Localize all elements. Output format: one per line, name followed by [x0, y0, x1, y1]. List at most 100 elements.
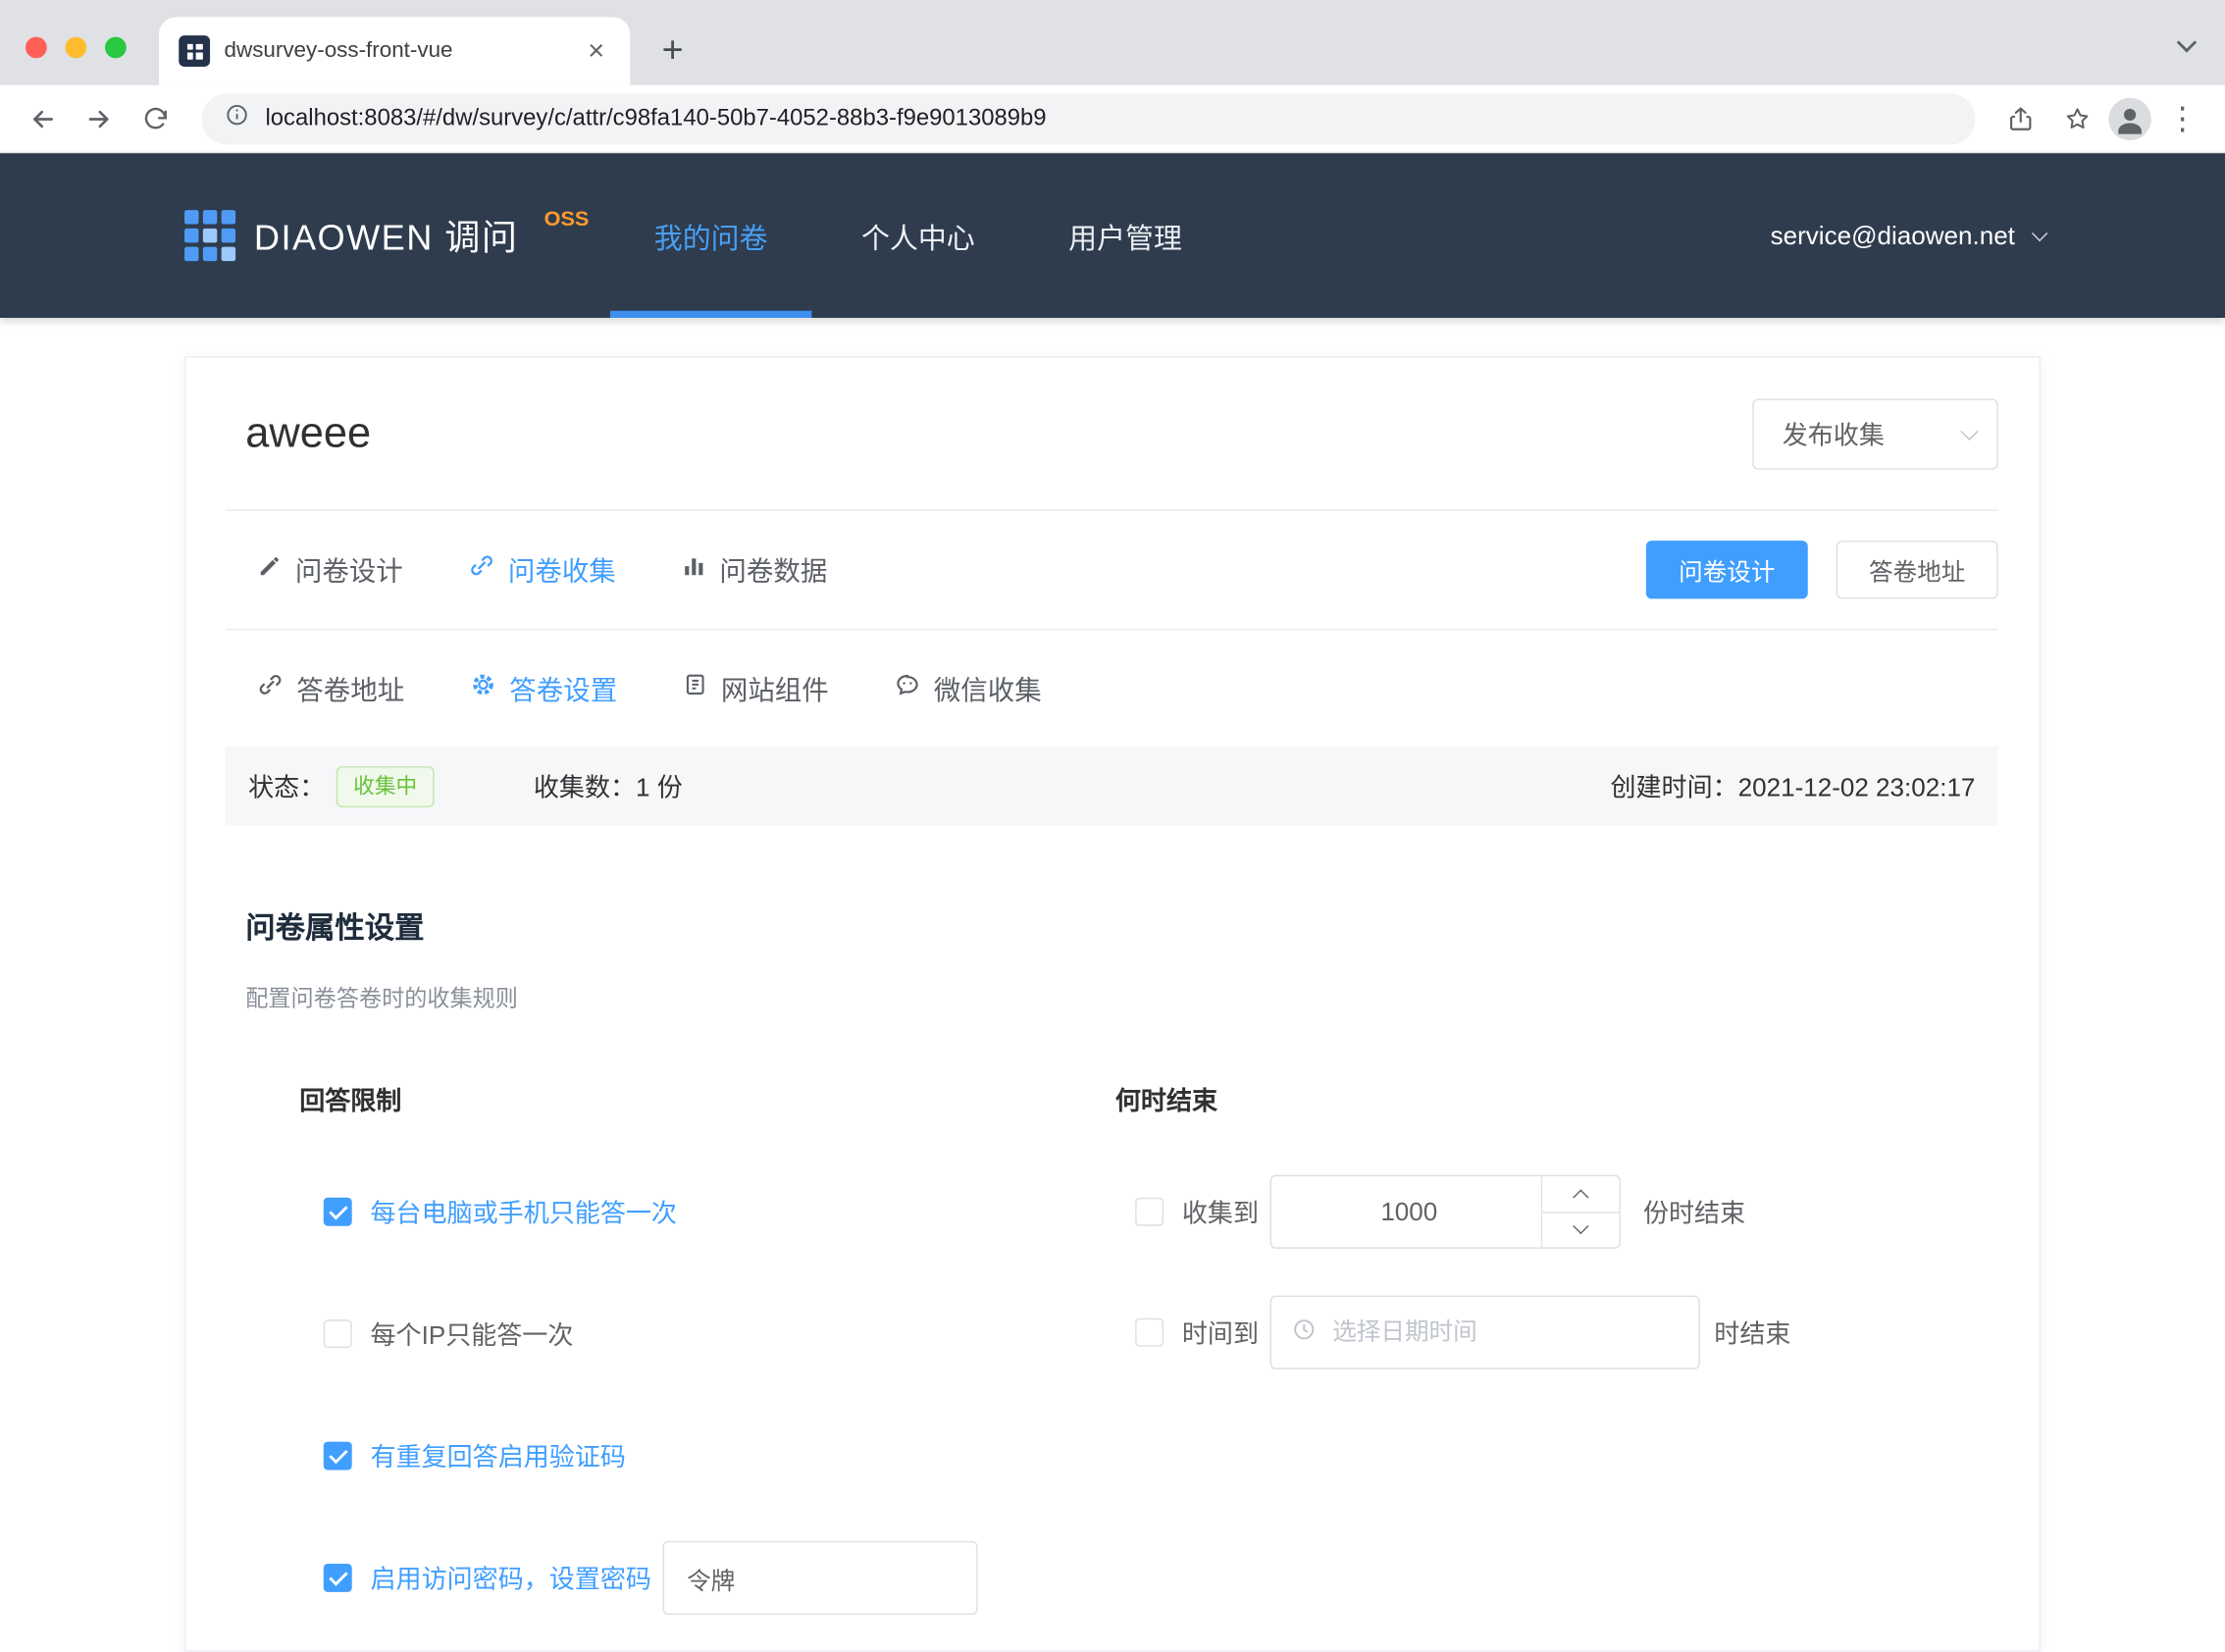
page-body: aweee 发布收集 问卷设计 问卷收集: [0, 318, 2225, 1652]
status-label: 状态：: [248, 768, 325, 805]
option-captcha-on-repeat: 有重复回答启用验证码: [299, 1427, 1115, 1484]
end-rule-by-time: 时间到 时结束: [1115, 1296, 2040, 1369]
survey-actions: 问卷设计 答卷地址: [1646, 541, 1998, 598]
end-rule-suffix: 份时结束: [1643, 1193, 1745, 1230]
app-logo: DIAOWEN 调问 OSS: [184, 153, 589, 318]
end-rule-label[interactable]: 时间到: [1182, 1314, 1259, 1351]
link-icon: [257, 670, 284, 705]
checkbox[interactable]: [324, 1198, 352, 1226]
datetime-picker[interactable]: [1270, 1296, 1700, 1369]
secondary-tab-row: 答卷地址 答卷设置 网站组件: [185, 630, 2039, 747]
checkbox[interactable]: [324, 1564, 352, 1592]
end-rules-title: 何时结束: [1115, 1081, 2040, 1118]
checkbox[interactable]: [1135, 1198, 1164, 1226]
bookmark-star-icon[interactable]: [2052, 93, 2103, 144]
stepper-up-button[interactable]: [1542, 1176, 1619, 1213]
created-time-value: 2021-12-02 23:02:17: [1738, 773, 1976, 801]
tab-favicon-icon: [179, 35, 210, 67]
forward-button[interactable]: [74, 93, 125, 144]
datetime-input[interactable]: [1329, 1316, 1679, 1348]
tab-label: 答卷设置: [509, 669, 617, 707]
tab-label: 答卷地址: [296, 669, 404, 707]
clock-icon: [1291, 1316, 1317, 1349]
browser-profile-avatar[interactable]: [2108, 97, 2150, 139]
tab-answer-settings[interactable]: 答卷设置: [470, 669, 617, 707]
bar-chart-icon: [681, 552, 706, 587]
end-rule-suffix: 时结束: [1714, 1314, 1790, 1351]
answer-url-button[interactable]: 答卷地址: [1837, 541, 1998, 598]
option-label[interactable]: 启用访问密码，设置密码: [371, 1560, 651, 1597]
gear-icon: [470, 670, 496, 705]
password-input[interactable]: [662, 1541, 977, 1615]
tab-list-chevron-icon[interactable]: [2180, 31, 2194, 57]
option-label[interactable]: 有重复回答启用验证码: [371, 1437, 626, 1474]
link-icon: [468, 552, 494, 588]
collect-count: 收集数：1 份: [534, 768, 683, 805]
minimize-window-button[interactable]: [66, 37, 87, 59]
site-info-icon[interactable]: [225, 102, 250, 134]
option-access-password: 启用访问密码，设置密码: [299, 1541, 1115, 1615]
header-nav-user-management[interactable]: 用户管理: [1021, 153, 1228, 318]
stepper-down-button[interactable]: [1542, 1213, 1619, 1247]
browser-menu-icon[interactable]: ⋮: [2157, 93, 2208, 144]
header-nav: 我的问卷 个人中心 用户管理: [607, 153, 1229, 318]
count-value-input[interactable]: [1271, 1196, 1547, 1228]
chat-bubble-icon: [894, 670, 920, 705]
account-email: service@diaowen.net: [1771, 221, 2015, 250]
brand-suffix: OSS: [544, 206, 590, 231]
clipboard-icon: [683, 671, 708, 705]
collect-count-value: 1 份: [636, 773, 683, 801]
survey-title: aweee: [245, 409, 371, 457]
url-text: localhost:8083/#/dw/survey/c/attr/c98fa1…: [265, 105, 1046, 131]
tab-survey-collect[interactable]: 问卷收集: [468, 550, 615, 589]
diaowen-logo-icon: [184, 210, 235, 261]
end-rules-column: 何时结束 收集到 份时结束: [1115, 1081, 2040, 1615]
option-one-answer-per-ip: 每个IP只能答一次: [299, 1306, 1115, 1363]
end-rule-by-count: 收集到 份时结束: [1115, 1175, 2040, 1249]
publish-collect-dropdown[interactable]: 发布收集: [1752, 398, 1997, 469]
pencil-icon: [257, 552, 283, 587]
tab-close-icon[interactable]: ×: [582, 34, 609, 69]
browser-toolbar: localhost:8083/#/dw/survey/c/attr/c98fa1…: [0, 85, 2225, 153]
new-tab-button[interactable]: +: [647, 25, 699, 76]
browser-window: dwsurvey-oss-front-vue × + localhost:808…: [0, 0, 2225, 1650]
tab-wechat-collect[interactable]: 微信收集: [894, 669, 1041, 707]
answer-limits-title: 回答限制: [299, 1081, 1115, 1118]
close-window-button[interactable]: [26, 37, 47, 59]
tab-site-widget[interactable]: 网站组件: [683, 669, 829, 707]
tab-label: 问卷数据: [719, 550, 827, 589]
checkbox[interactable]: [324, 1442, 352, 1471]
chevron-down-icon: [2032, 226, 2047, 241]
primary-tab-row: 问卷设计 问卷收集 问卷数据 问卷设计 答卷地址: [185, 511, 2039, 629]
reload-button[interactable]: [130, 93, 181, 144]
window-controls: [26, 37, 127, 59]
account-menu[interactable]: service@diaowen.net: [1771, 153, 2044, 318]
checkbox[interactable]: [324, 1319, 352, 1348]
survey-card: aweee 发布收集 问卷设计 问卷收集: [184, 356, 2041, 1652]
checkbox[interactable]: [1135, 1318, 1164, 1347]
tab-label: 问卷设计: [295, 550, 403, 589]
tab-label: 网站组件: [721, 669, 829, 707]
survey-design-button[interactable]: 问卷设计: [1646, 541, 1808, 598]
header-nav-personal-center[interactable]: 个人中心: [814, 153, 1021, 318]
tab-survey-design[interactable]: 问卷设计: [257, 550, 403, 589]
address-bar[interactable]: localhost:8083/#/dw/survey/c/attr/c98fa1…: [201, 93, 1975, 144]
created-time: 创建时间：2021-12-02 23:02:17: [1610, 768, 1975, 805]
survey-status-bar: 状态： 收集中 收集数：1 份 创建时间：2021-12-02 23:02:17: [226, 747, 1998, 826]
chevron-down-icon: [1960, 423, 1978, 440]
tab-title: dwsurvey-oss-front-vue: [225, 38, 568, 64]
header-nav-my-surveys[interactable]: 我的问卷: [607, 153, 814, 318]
option-label[interactable]: 每台电脑或手机只能答一次: [371, 1193, 677, 1230]
back-button[interactable]: [17, 93, 68, 144]
browser-tab[interactable]: dwsurvey-oss-front-vue ×: [159, 17, 630, 84]
zoom-window-button[interactable]: [105, 37, 127, 59]
tab-label: 问卷收集: [508, 550, 616, 589]
count-number-input: [1270, 1175, 1621, 1249]
tab-answer-url[interactable]: 答卷地址: [257, 669, 404, 707]
tab-survey-data[interactable]: 问卷数据: [681, 550, 827, 589]
option-label[interactable]: 每个IP只能答一次: [371, 1316, 574, 1353]
created-time-label: 创建时间：: [1610, 773, 1737, 801]
share-icon[interactable]: [1995, 93, 2046, 144]
end-rule-label[interactable]: 收集到: [1182, 1193, 1259, 1230]
answer-limits-column: 回答限制 每台电脑或手机只能答一次 每个IP只能答一次 有重复回答启用验证码: [299, 1081, 1115, 1615]
